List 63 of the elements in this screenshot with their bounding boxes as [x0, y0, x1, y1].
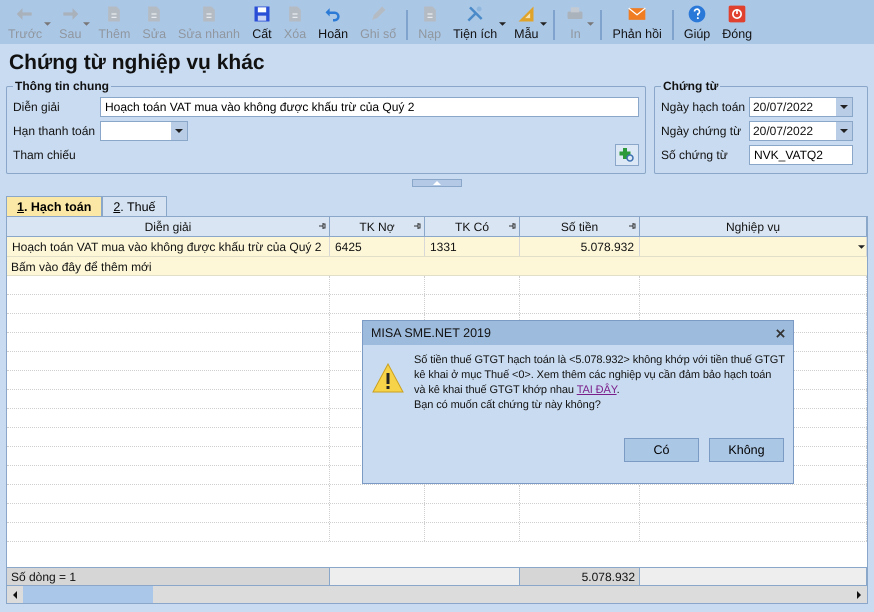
date-field[interactable]: 20/07/2022 [749, 97, 853, 117]
caret-icon [175, 129, 183, 133]
voucher-number-field[interactable]: NVK_VATQ2 [749, 145, 853, 165]
caret-icon [840, 105, 848, 109]
up-caret-icon [433, 181, 441, 185]
field-label: Diễn giải [13, 100, 61, 114]
save-icon [252, 4, 272, 24]
column-header[interactable]: Diễn giải [7, 217, 330, 236]
field-label: Ngày hạch toán [661, 100, 746, 114]
table-cell: 6425 [330, 237, 425, 256]
tools-icon [465, 4, 486, 24]
pin-icon [628, 222, 636, 230]
table-cell: 5.078.932 [520, 237, 640, 256]
panel-title: Thông tin chung [14, 79, 110, 93]
date-field[interactable]: 20/07/2022 [749, 121, 853, 141]
collapse-handle[interactable] [412, 179, 462, 187]
warning-icon [372, 363, 404, 393]
link[interactable]: TAI ĐÂY [576, 384, 617, 396]
dialog-title: MISA SME.NET 2019 [371, 326, 491, 340]
due-date-dropdown[interactable] [100, 121, 188, 141]
dialog-button[interactable]: Không [709, 438, 784, 462]
dropdown-caret-icon[interactable] [858, 245, 865, 249]
horizontal-scrollbar[interactable] [7, 585, 867, 603]
pin-icon [508, 222, 516, 230]
add-new-row-prompt[interactable]: Bấm vào đây để thêm mới [11, 260, 152, 272]
ruler-triangle-icon [516, 4, 536, 24]
dialog-question: Bạn có muốn cất chứng từ này không? [414, 398, 602, 413]
toolbar-button[interactable]: Phản hồi [609, 2, 665, 43]
help-icon [687, 4, 708, 24]
description-field[interactable]: Hoạch toán VAT mua vào không được khấu trừ của Quý 2 [100, 97, 639, 117]
toolbar-button[interactable]: Giúp [680, 2, 714, 43]
field-label: Tham chiếu [13, 148, 77, 162]
pin-icon [413, 222, 421, 230]
toolbar-button[interactable]: Cất [248, 2, 275, 43]
column-header[interactable]: Số tiền [520, 217, 640, 236]
dropdown-caret-icon[interactable] [499, 22, 506, 26]
field-label: Hạn thanh toán [13, 124, 96, 138]
toolbar-button[interactable]: Hoãn [315, 2, 352, 43]
close-icon[interactable] [776, 328, 785, 338]
toolbar-button[interactable]: Mẫu [511, 2, 542, 43]
pin-icon [318, 222, 326, 230]
tab[interactable]: 1. Hạch toán [6, 196, 102, 216]
table-cell: Hoạch toán VAT mua vào không được khấu trừ của Quý 2 [7, 237, 330, 256]
toolbar-button[interactable]: Tiện ích [450, 2, 500, 43]
dropdown-caret-icon[interactable] [540, 22, 548, 26]
dialog-message: Số tiền thuế GTGT hạch toán là <5.078.932> không khớp với tiền thuế GTGT kê khai ở mục Thuế <0>. Xem thêm các nghiệp vụ cần đảm bảo hạch toán và kê khai thuế GTGT khớp nhau TAI ĐÂY. [414, 353, 785, 398]
column-header[interactable]: TK Nợ [330, 217, 425, 236]
row-count: Số dòng = 1 [11, 570, 76, 584]
column-header[interactable]: Nghiệp vụ [640, 217, 867, 236]
total-amount: 5.078.932 [582, 570, 635, 584]
field-label: Ngày chứng từ [661, 124, 742, 138]
add-reference-button[interactable] [615, 144, 639, 166]
panel-title: Chứng từ [662, 79, 720, 93]
caret-icon [840, 129, 848, 133]
page-title: Chứng từ nghiệp vụ khác [8, 50, 266, 76]
toolbar-button[interactable]: Đóng [719, 2, 756, 43]
table-cell: 1331 [425, 237, 520, 256]
column-header[interactable]: TK Có [425, 217, 520, 236]
tab[interactable]: 2. Thuế [102, 196, 166, 216]
field-label: Số chứng từ [661, 148, 729, 162]
plus-search-icon [619, 147, 635, 163]
dialog-button[interactable]: Có [624, 438, 699, 462]
power-icon [727, 4, 748, 24]
